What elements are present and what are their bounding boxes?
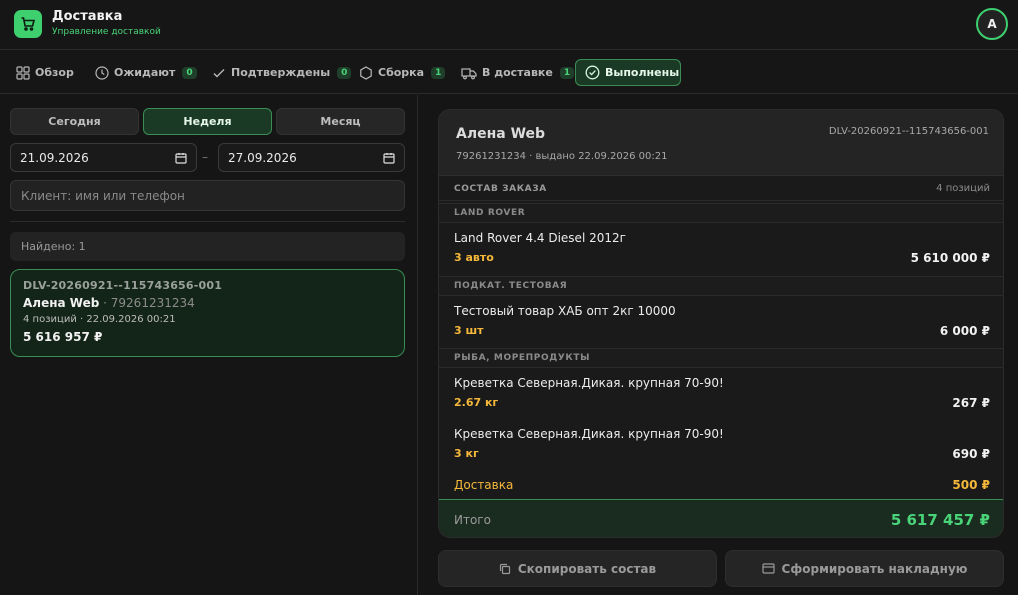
total-row: Итого 5 617 457 ₽ (439, 499, 1003, 537)
cart-icon (14, 10, 42, 38)
date-range-separator: – (202, 150, 208, 164)
app-header: Доставка Управление доставкой A (0, 0, 1018, 50)
item-price: 690 ₽ (952, 447, 990, 461)
order-card-sum: 5 616 957 ₽ (23, 330, 103, 344)
item-title: Креветка Северная.Дикая. крупная 70-90! (454, 376, 724, 390)
period-today-button[interactable]: Сегодня (10, 108, 139, 135)
calendar-icon (383, 152, 395, 164)
client-search-input[interactable]: Клиент: имя или телефон (10, 180, 405, 211)
delivery-row: Доставка 500 ₽ (439, 471, 1003, 499)
tab-count-badge: 0 (182, 66, 197, 79)
hexagon-icon (360, 65, 372, 80)
tab-label: Ожидают (114, 66, 176, 79)
divider (10, 221, 405, 222)
generate-invoice-label: Сформировать накладную (781, 561, 968, 576)
tab-count-badge: 1 (431, 66, 446, 79)
item-qty: 3 авто (454, 251, 494, 264)
tab-count-badge: 1 (559, 66, 575, 79)
item-price: 5 610 000 ₽ (910, 251, 990, 265)
order-card[interactable]: DLV-20260921--115743656-001 Алена Web · … (10, 269, 405, 357)
order-id: DLV-20260921--115743656-001 (828, 126, 989, 137)
status-tabs: Обзор Ожидают 0 Подтверждены 0 Сборка 1 … (0, 51, 1018, 94)
tab-completed[interactable]: Выполнены (575, 59, 681, 86)
section-title: СОСТАВ ЗАКАЗА (454, 183, 547, 194)
found-count: Найдено: 1 (10, 232, 405, 261)
truck-icon (461, 67, 477, 79)
order-card-client: Алена Web (23, 296, 100, 310)
delivery-label: Доставка (454, 478, 514, 492)
tab-label: В доставке (482, 66, 553, 79)
total-label: Итого (454, 512, 491, 527)
order-card-id: DLV-20260921--115743656-001 (23, 279, 223, 292)
date-to-value: 27.09.2026 (228, 150, 297, 165)
order-detail-header: Алена Web 79261231234 · выдано 22.09.202… (439, 110, 1003, 176)
period-month-button[interactable]: Месяц (276, 108, 405, 135)
app-subtitle: Управление доставкой (52, 27, 161, 37)
category-header: РЫБА, МОРЕПРОДУКТЫ (439, 348, 1003, 368)
category-header: ПОДКАТ. ТЕСТОВАЯ (439, 276, 1003, 296)
customer-meta: 79261231234 · выдано 22.09.2026 00:21 (456, 151, 668, 162)
item-qty: 3 шт (454, 324, 484, 337)
item-price: 6 000 ₽ (939, 324, 990, 338)
tab-overview[interactable]: Обзор (6, 59, 84, 86)
tab-pending[interactable]: Ожидают 0 (85, 59, 207, 86)
tab-confirmed[interactable]: Подтверждены 0 (202, 59, 361, 86)
tab-assembly[interactable]: Сборка 1 (349, 59, 455, 86)
copy-composition-button[interactable]: Скопировать состав (438, 550, 717, 587)
total-value: 5 617 457 ₽ (890, 510, 990, 529)
tab-label: Обзор (35, 66, 74, 79)
item-price: 267 ₽ (952, 396, 990, 410)
tab-label: Сборка (378, 66, 425, 79)
order-item: Креветка Северная.Дикая. крупная 70-90! … (439, 368, 1003, 418)
generate-invoice-button[interactable]: Сформировать накладную (725, 550, 1004, 587)
order-detail: Алена Web 79261231234 · выдано 22.09.202… (438, 109, 1004, 538)
item-title: Тестовый товар ХАБ опт 2кг 10000 (454, 304, 676, 318)
customer-name: Алена Web (456, 126, 546, 142)
order-card-meta: 4 позиций · 22.09.2026 00:21 (23, 314, 176, 325)
order-item: Land Rover 4.4 Diesel 2012г 3 авто 5 610… (439, 223, 1003, 273)
order-item: Креветка Северная.Дикая. крупная 70-90! … (439, 419, 1003, 469)
invoice-icon (761, 563, 775, 574)
item-title: Креветка Северная.Дикая. крупная 70-90! (454, 427, 724, 441)
positions-count: 4 позиций (936, 183, 990, 194)
item-title: Land Rover 4.4 Diesel 2012г (454, 231, 626, 245)
item-qty: 2.67 кг (454, 396, 499, 409)
check-icon (213, 68, 225, 77)
date-to-input[interactable]: 27.09.2026 (218, 143, 405, 172)
date-from-input[interactable]: 21.09.2026 (10, 143, 197, 172)
tab-in-delivery[interactable]: В доставке 1 (451, 59, 584, 86)
order-card-phone: 79261231234 (110, 296, 195, 310)
category-header: LAND ROVER (439, 203, 1003, 223)
order-item: Тестовый товар ХАБ опт 2кг 10000 3 шт 6 … (439, 296, 1003, 346)
date-from-value: 21.09.2026 (20, 150, 89, 165)
clock-icon (95, 65, 109, 80)
copy-composition-label: Скопировать состав (517, 561, 657, 576)
tab-label: Выполнены (605, 66, 680, 79)
copy-icon (499, 563, 510, 574)
order-card-phone-separator: · (99, 296, 111, 310)
item-qty: 3 кг (454, 447, 479, 460)
orders-sidebar: Сегодня Неделя Месяц 21.09.2026 – 27.09.… (0, 95, 418, 595)
grid-icon (16, 65, 30, 80)
tab-label: Подтверждены (231, 66, 331, 79)
period-week-button[interactable]: Неделя (143, 108, 272, 135)
calendar-icon (175, 152, 187, 164)
user-avatar[interactable]: A (976, 8, 1008, 40)
app-title: Доставка (52, 9, 123, 24)
check-circle-icon (585, 65, 600, 80)
order-composition-header: СОСТАВ ЗАКАЗА 4 позиций (439, 177, 1003, 201)
delivery-value: 500 ₽ (952, 478, 990, 492)
